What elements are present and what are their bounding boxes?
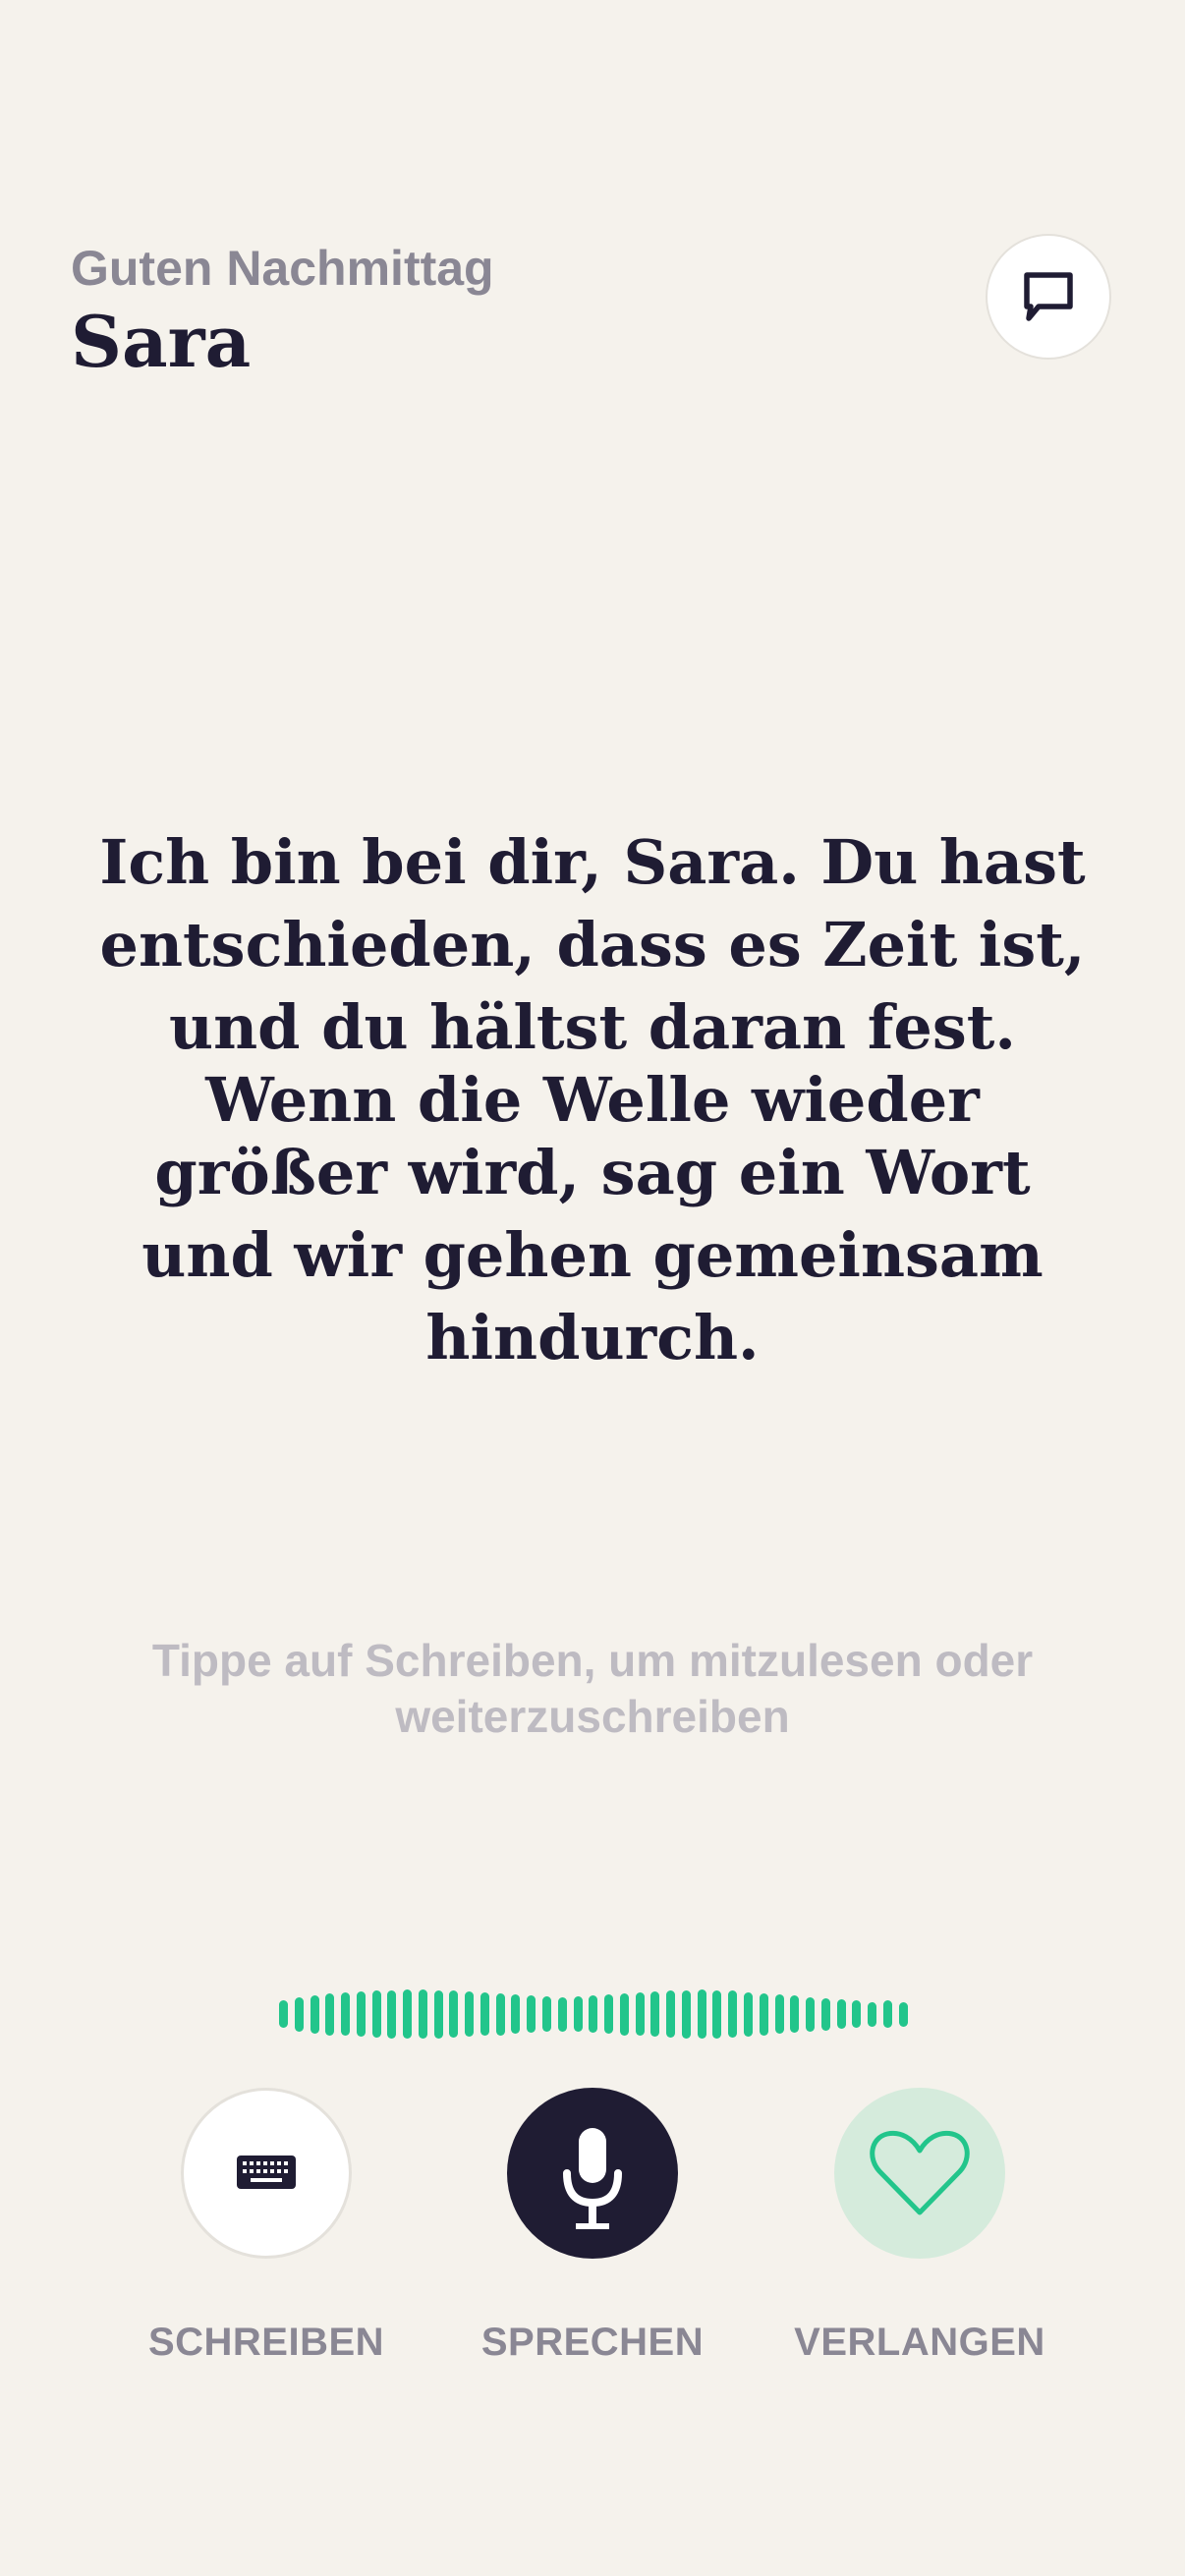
waveform-bar (743, 1991, 753, 2037)
waveform-bar (433, 1989, 443, 2039)
waveform-bar (712, 1989, 722, 2039)
chat-bubble-icon (1024, 272, 1073, 321)
waveform-bar (387, 1989, 397, 2039)
waveform-bar (635, 1992, 645, 2036)
waveform-bar (882, 2000, 892, 2028)
waveform-bar (604, 1994, 614, 2034)
greeting-text: Guten Nachmittag (71, 241, 494, 296)
waveform-bar (310, 1994, 319, 2034)
waveform-bar (589, 1995, 598, 2033)
keyboard-icon (237, 2156, 296, 2189)
waveform-bar (480, 1992, 489, 2036)
waveform-bar (666, 1990, 676, 2038)
waveform-bar (820, 1997, 830, 2031)
microphone-icon (563, 2128, 622, 2229)
waveform-bar (619, 1992, 629, 2036)
message-line: und wir gehen gemeinsam (141, 1219, 1044, 1291)
message-line: entschieden, dass es Zeit ist, (99, 909, 1086, 980)
waveform-bar (790, 1995, 800, 2033)
request-label: VERLANGEN (794, 2321, 1045, 2364)
waveform-bar (279, 2000, 288, 2028)
user-name: Sara (71, 300, 252, 383)
waveform-bar (697, 1989, 706, 2039)
waveform-bar (341, 1992, 351, 2036)
waveform-bar (898, 2001, 908, 2027)
waveform-bar (650, 1991, 660, 2037)
message-line: Wenn die Welle wieder (205, 1064, 980, 1136)
message-line: Ich bin bei dir, Sara. Du hast (99, 826, 1086, 898)
speak-button[interactable] (507, 2088, 678, 2259)
hint-text: Tippe auf Schreiben, um mitzulesen oder … (79, 1633, 1106, 1745)
message-line: hindurch. (425, 1302, 760, 1373)
waveform-bar (403, 1989, 413, 2039)
waveform-bar (868, 2001, 877, 2027)
waveform-bar (449, 1990, 459, 2038)
waveform-bar (418, 1989, 427, 2039)
hint-line: weiterzuschreiben (395, 1691, 790, 1742)
waveform-bar (325, 1992, 335, 2036)
waveform-bar (542, 1996, 552, 2032)
waveform-bar (465, 1991, 475, 2037)
waveform-bar (294, 1996, 304, 2032)
waveform-bar (495, 1992, 505, 2036)
waveform-bar (511, 1994, 521, 2034)
waveform-bar (573, 1996, 583, 2032)
assistant-message: Ich bin bei dir, Sara. Du hast entschied… (59, 821, 1126, 1379)
voice-waveform (279, 1985, 908, 2044)
waveform-bar (681, 1989, 691, 2039)
waveform-bar (356, 1991, 366, 2037)
write-button[interactable] (181, 2088, 352, 2259)
waveform-bar (527, 1995, 536, 2033)
request-button[interactable] (834, 2088, 1005, 2259)
waveform-bar (852, 2000, 862, 2028)
waveform-bar (774, 1994, 784, 2034)
waveform-bar (759, 1992, 768, 2036)
chat-button[interactable] (986, 234, 1111, 360)
greeting-header: Guten Nachmittag Sara (71, 244, 494, 377)
hint-line: Tippe auf Schreiben, um mitzulesen oder (151, 1635, 1034, 1686)
write-label: SCHREIBEN (147, 2321, 385, 2364)
waveform-bar (557, 1996, 567, 2032)
waveform-bar (728, 1990, 738, 2038)
message-line: und du hältst daran fest. (169, 991, 1016, 1063)
message-line: größer wird, sag ein Wort (154, 1137, 1031, 1208)
waveform-bar (371, 1990, 381, 2038)
speak-label: SPRECHEN (480, 2321, 705, 2364)
waveform-bar (836, 1999, 846, 2029)
waveform-bar (806, 1996, 816, 2032)
heart-icon (870, 2130, 970, 2215)
